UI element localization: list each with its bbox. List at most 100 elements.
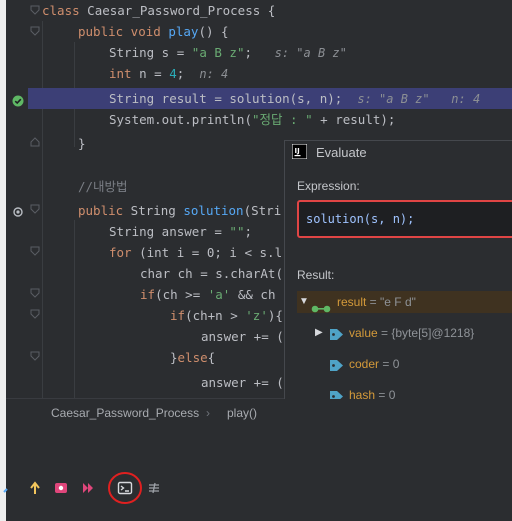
fold-icon[interactable] (30, 246, 40, 256)
code-token: ; (244, 45, 253, 60)
code-line[interactable]: for (int i = 0; i < s.l (109, 242, 282, 263)
editor-gutter[interactable] (6, 0, 28, 398)
code-token: (int i = 0; i < s.l (131, 245, 283, 260)
trace-icon[interactable] (146, 480, 162, 496)
code-token: String (123, 203, 184, 218)
string-literal: "a B z" (191, 45, 245, 60)
fold-icon[interactable] (30, 351, 40, 361)
code-token: (ch >= (155, 287, 208, 302)
resume-icon[interactable] (80, 480, 96, 496)
code-line[interactable]: answer += ( (201, 326, 284, 347)
code-line[interactable]: String answer = ""; (109, 221, 252, 242)
code-line[interactable]: } (78, 133, 86, 154)
fold-icon[interactable] (30, 5, 40, 15)
code-line[interactable]: int n = 4; n: 4 (109, 63, 228, 84)
class-name: Caesar_Password_Process (87, 3, 261, 18)
code-token: String s = (109, 45, 192, 60)
keyword: for (109, 245, 132, 260)
result-row[interactable]: ▼ result = "e F d" (297, 291, 512, 313)
field-tag-icon (329, 357, 344, 371)
code-token: System.out.println( (109, 112, 252, 127)
code-token: String result = solution(s, n); (109, 91, 343, 106)
code-token: char ch = s.charAt( (140, 266, 283, 281)
code-token: + result); (312, 112, 396, 127)
code-token: ){ (267, 308, 283, 323)
fold-icon[interactable] (30, 26, 40, 36)
breakpoint-check-icon[interactable] (12, 92, 24, 107)
breadcrumb-class[interactable]: Caesar_Password_Process (51, 399, 199, 427)
string-literal: 'a' (207, 287, 231, 302)
code-line[interactable]: }else{ (170, 347, 215, 368)
keyword: int (109, 66, 132, 81)
code-line[interactable]: public void play() { (78, 21, 229, 42)
annotation-circle (108, 472, 142, 504)
expression-input[interactable]: solution(s, n); (297, 200, 512, 238)
code-token: (ch+n > (185, 308, 246, 323)
result-value: "e F d" (380, 295, 416, 309)
method-name: play (168, 24, 199, 39)
code-token: } (170, 350, 178, 365)
code-line[interactable]: if(ch >= 'a' && ch (140, 284, 275, 305)
indent-guide (42, 21, 43, 398)
fold-icon[interactable] (30, 204, 40, 214)
field-value: {byte[5]@1218} (391, 326, 475, 340)
field-name: hash (349, 388, 376, 399)
method-name: solution (183, 203, 244, 218)
code-line[interactable]: System.out.println("정답 : " + result); (109, 109, 395, 130)
code-token: ; (176, 66, 185, 81)
chevron-down-icon[interactable]: ▼ (299, 291, 309, 313)
result-name: result (337, 295, 367, 309)
comment: //내방법 (78, 179, 128, 194)
fold-icon[interactable] (30, 288, 40, 298)
field-tag-icon (329, 326, 344, 340)
code-line[interactable]: if(ch+n > 'z'){ (170, 305, 283, 326)
string-literal: 'z' (245, 308, 268, 323)
step-out-icon[interactable] (27, 480, 43, 496)
code-line[interactable]: String s = "a B z"; s: "a B z" (109, 42, 347, 63)
keyword: class (42, 3, 80, 18)
string-literal: "정답 : " (252, 112, 313, 127)
field-name: value (349, 326, 378, 340)
debug-tool-window (6, 427, 512, 521)
fold-icon[interactable] (30, 137, 40, 147)
code-line[interactable]: answer += ( (201, 372, 284, 393)
chevron-right-icon[interactable]: ▶ (315, 322, 323, 344)
intellij-logo-icon: IJ (291, 143, 308, 160)
keyword: public (78, 203, 124, 218)
code-token: n = (131, 66, 170, 81)
code-line-current[interactable]: String result = solution(s, n); s: "a B … (109, 88, 480, 109)
breadcrumb-method[interactable]: play() (227, 399, 257, 427)
code-line[interactable]: char ch = s.charAt( (140, 263, 283, 284)
code-token: } (78, 136, 86, 151)
code-token: && ch (230, 287, 276, 302)
step-over-icon[interactable] (2, 480, 18, 496)
inline-value-hint: n: 4 (199, 67, 229, 81)
indent-guide (74, 220, 75, 398)
number-literal: 4 (169, 66, 177, 81)
ide-window: class Caesar_Password_Process { public v… (0, 0, 512, 521)
keyword: else (177, 350, 208, 365)
override-icon[interactable] (12, 203, 24, 217)
fold-icon[interactable] (30, 309, 40, 319)
code-line[interactable]: //내방법 (78, 176, 128, 197)
code-token: () { (198, 24, 229, 39)
expression-text: solution(s, n); (306, 212, 415, 226)
svg-text:IJ: IJ (295, 147, 300, 155)
dialog-title: Evaluate (316, 145, 367, 160)
keyword: public void (78, 24, 161, 39)
inline-value-hint: s: "a B z" (274, 46, 347, 60)
code-token: { (207, 350, 216, 365)
code-line[interactable]: class Caesar_Password_Process { (42, 0, 275, 21)
code-token: answer += ( (201, 375, 284, 390)
code-line[interactable]: public String solution(Stri (78, 200, 281, 221)
show-frame-icon[interactable] (53, 480, 69, 496)
inline-value-hint: s: "a B z" n: 4 (357, 92, 481, 106)
field-value: 0 (388, 388, 396, 399)
code-token: ; (244, 224, 253, 239)
string-literal: "" (229, 224, 245, 239)
field-value: 0 (392, 357, 400, 371)
field-tag-icon (329, 388, 344, 399)
field-name: coder (349, 357, 380, 371)
breadcrumb-separator: › (206, 406, 210, 420)
code-token: (Stri (243, 203, 282, 218)
